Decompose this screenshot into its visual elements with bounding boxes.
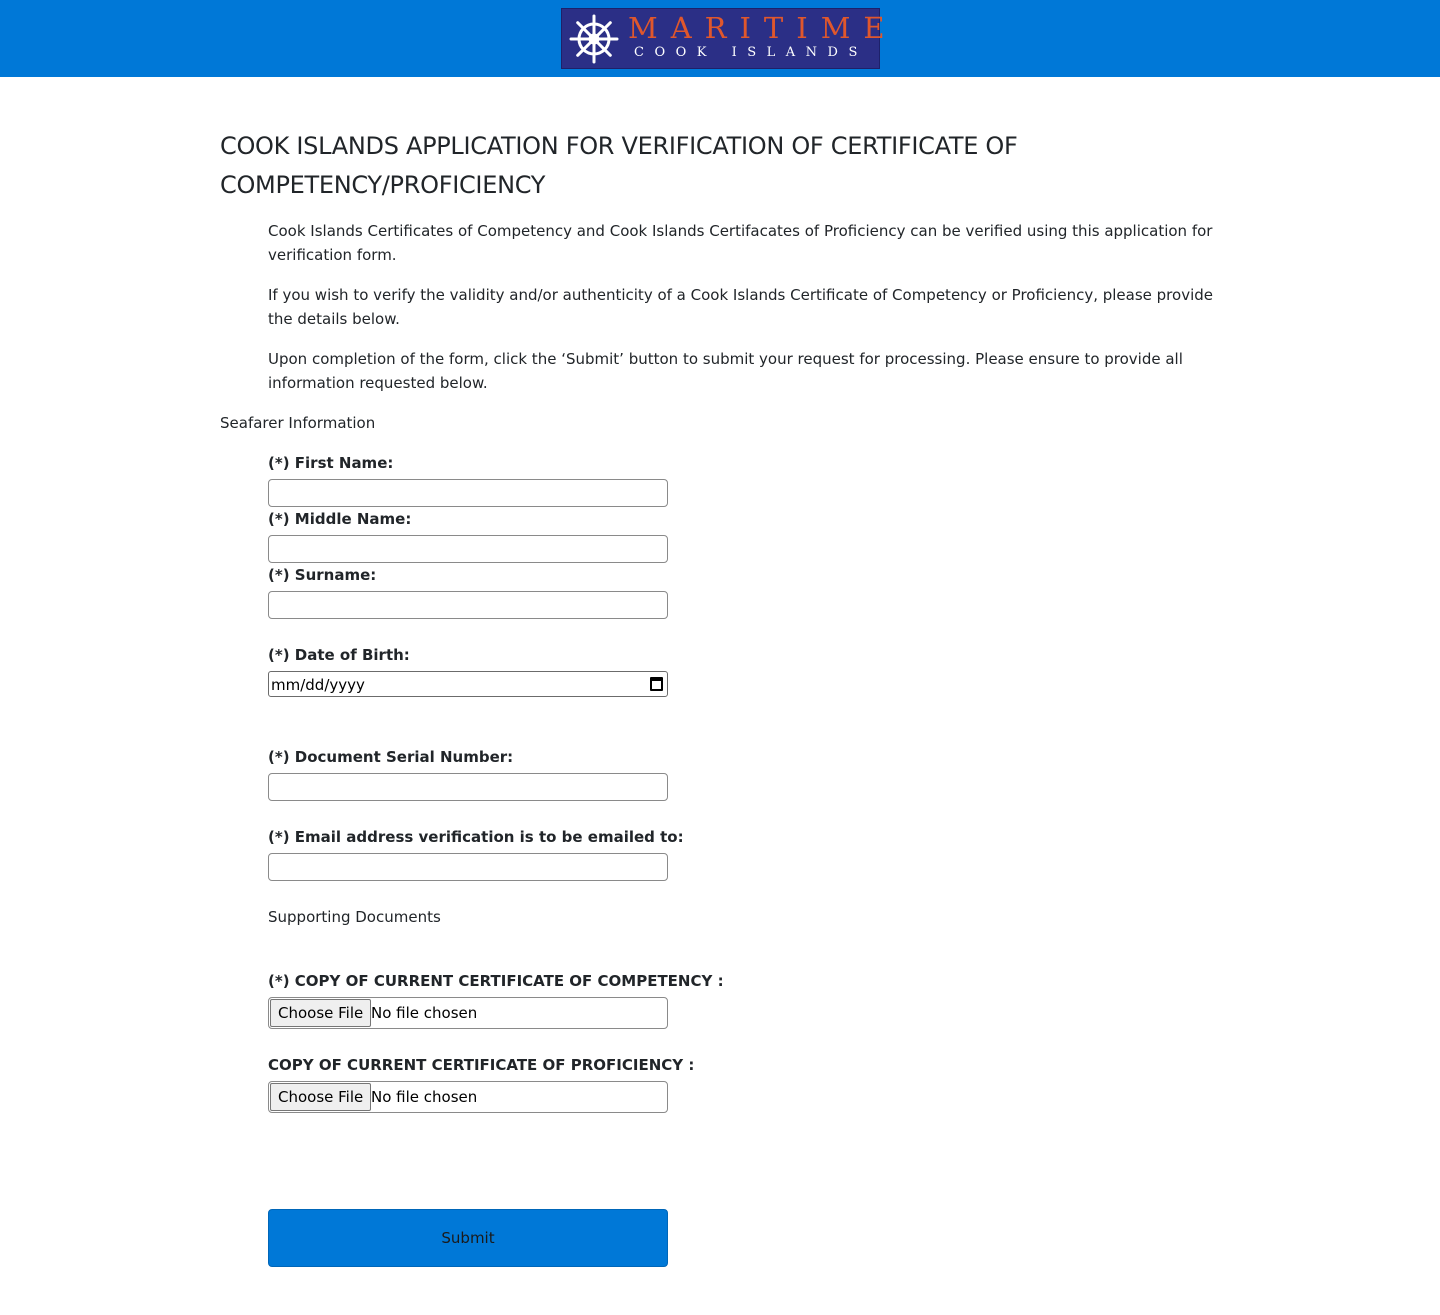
first-name-input[interactable] [268,479,668,507]
document-serial-number-label: (*) Document Serial Number: [268,748,514,766]
email-label: (*) Email address verification is to be … [268,828,684,846]
intro-paragraph-1: Cook Islands Certificates of Competency … [268,222,1213,264]
choose-file-button[interactable]: Choose File [270,1083,372,1111]
logo-subtitle: COOK ISLANDS [634,45,868,60]
page-title: COOK ISLANDS APPLICATION FOR VERIFICATIO… [220,132,1018,199]
middle-name-input[interactable] [268,535,668,563]
logo-wordmark: MARITIME [628,11,898,45]
proficiency-certificate-label: COPY OF CURRENT CERTIFICATE OF PROFICIEN… [268,1056,695,1074]
date-placeholder: mm/dd/yyyy [271,676,365,694]
intro-paragraph-3: Upon completion of the form, click the ‘… [268,350,1183,392]
email-input[interactable] [268,853,668,881]
document-serial-number-input[interactable] [268,773,668,801]
competency-certificate-label: (*) COPY OF CURRENT CERTIFICATE OF COMPE… [268,972,724,990]
first-name-label: (*) First Name: [268,454,394,472]
surname-input[interactable] [268,591,668,619]
header-bar: MARITIME COOK ISLANDS [0,0,1440,77]
date-of-birth-input[interactable]: mm/dd/yyyy [268,671,668,697]
file-status: No file chosen [371,1088,478,1106]
middle-name-label: (*) Middle Name: [268,510,412,528]
supporting-documents-heading: Supporting Documents [268,908,441,926]
maritime-logo[interactable]: MARITIME COOK ISLANDS [561,8,885,69]
submit-button[interactable]: Submit [268,1209,668,1267]
choose-file-button[interactable]: Choose File [270,999,372,1027]
seafarer-information-heading: Seafarer Information [220,414,376,432]
ship-wheel-icon [569,14,619,64]
file-status: No file chosen [371,1004,478,1022]
competency-file-input[interactable]: Choose File No file chosen [268,997,668,1029]
intro-paragraph-2: If you wish to verify the validity and/o… [268,286,1213,328]
calendar-icon[interactable] [650,677,663,691]
surname-label: (*) Surname: [268,566,377,584]
date-of-birth-label: (*) Date of Birth: [268,646,410,664]
proficiency-file-input[interactable]: Choose File No file chosen [268,1081,668,1113]
